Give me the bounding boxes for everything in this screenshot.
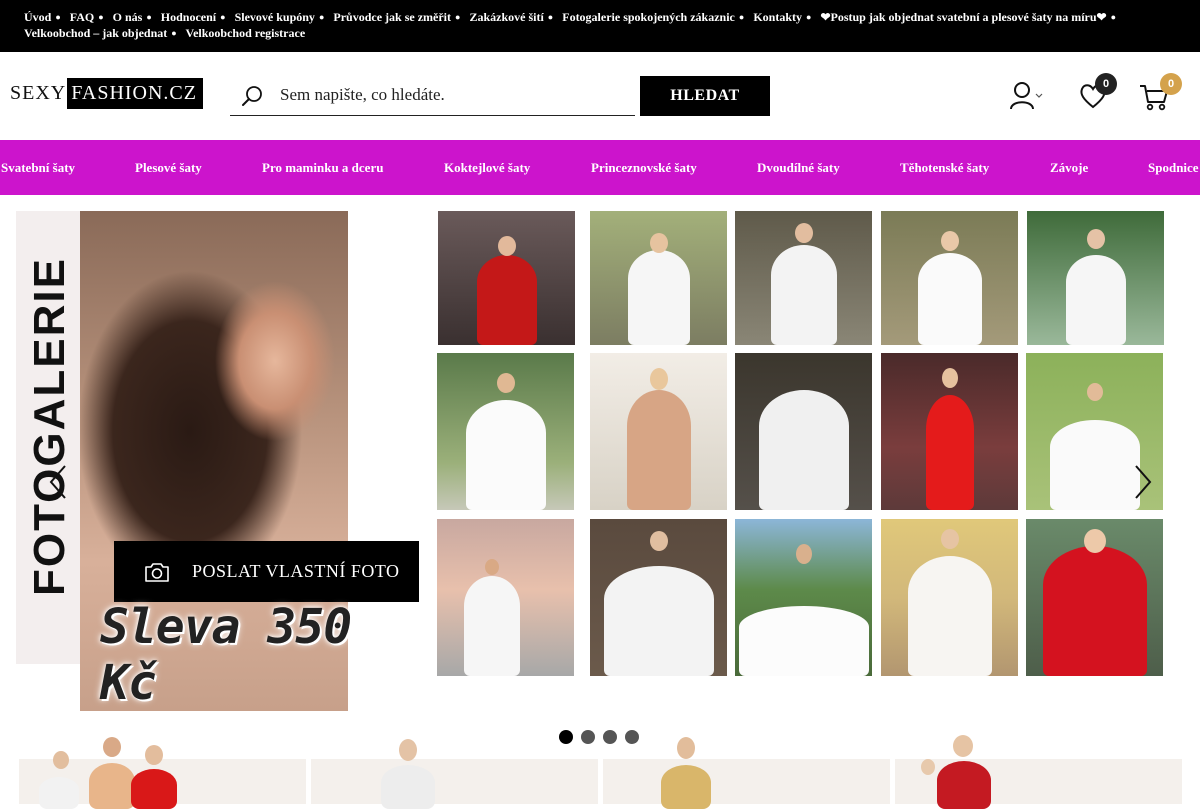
top-link-faq[interactable]: FAQ xyxy=(70,10,94,24)
bullet-separator: ● xyxy=(318,12,325,22)
hero-vertical-title: FOTOGALERIE xyxy=(25,257,74,596)
customer-photo-gallery xyxy=(437,211,1167,677)
top-link-pruvodce[interactable]: Průvodce jak se změřit xyxy=(333,10,451,24)
bullet-separator: ● xyxy=(547,12,554,22)
bullet-separator: ● xyxy=(98,12,104,22)
logo-text-fashion: FASHION.CZ xyxy=(67,78,203,109)
gallery-photo[interactable] xyxy=(881,353,1018,510)
site-header: SEXY FASHION.CZ HLEDAT 0 0 xyxy=(0,52,1200,140)
gallery-photo[interactable] xyxy=(1027,211,1164,345)
top-link-o-nas[interactable]: O nás xyxy=(113,10,143,24)
gallery-photo[interactable] xyxy=(590,353,727,510)
product-cards-row xyxy=(0,735,1200,809)
bullet-separator: ● xyxy=(171,28,177,38)
gallery-photo[interactable] xyxy=(437,353,574,510)
hero-banner[interactable]: FOTOGALERIE POSLAT VLASTNÍ FOTO Sleva 35… xyxy=(16,211,429,711)
search-input[interactable] xyxy=(280,82,620,108)
search-icon[interactable] xyxy=(240,84,264,108)
nav-item-princeznovske-saty[interactable]: Princeznovské šaty xyxy=(591,140,697,195)
bullet-separator: ● xyxy=(146,12,152,22)
bullet-separator: ● xyxy=(806,12,812,22)
chevron-down-icon xyxy=(1035,93,1043,98)
gallery-photo[interactable] xyxy=(590,211,727,345)
category-nav: Svatební šaty Plesové šaty Pro maminku a… xyxy=(0,140,1200,195)
nav-item-spodnice[interactable]: Spodnice xyxy=(1148,140,1199,195)
top-link-velkoobchod-registrace[interactable]: Velkoobchod registrace xyxy=(186,26,306,40)
nav-item-pro-maminku-a-dceru[interactable]: Pro maminku a dceru xyxy=(262,140,383,195)
bullet-separator: ● xyxy=(738,12,745,22)
gallery-photo[interactable] xyxy=(735,353,872,510)
product-card[interactable] xyxy=(311,739,598,809)
carousel-prev-arrow[interactable] xyxy=(47,462,71,502)
wishlist-count-badge: 0 xyxy=(1095,73,1117,95)
nav-item-tehotenske-saty[interactable]: Těhotenské šaty xyxy=(900,140,989,195)
logo-text-sexy: SEXY xyxy=(10,82,67,104)
discount-text: Sleva 350 Kč xyxy=(100,599,352,711)
user-icon xyxy=(1010,82,1043,110)
gallery-photo[interactable] xyxy=(438,211,575,345)
top-link-velkoobchod-jak[interactable]: Velkoobchod – jak objednat xyxy=(24,26,167,40)
hero-carousel: FOTOGALERIE POSLAT VLASTNÍ FOTO Sleva 35… xyxy=(0,195,1200,744)
product-card[interactable] xyxy=(19,737,306,809)
top-link-postup-objednat[interactable]: ❤Postup jak objednat svatební a plesové … xyxy=(820,10,1106,24)
gallery-photo[interactable] xyxy=(1026,519,1163,676)
nav-item-koktejlove-saty[interactable]: Koktejlové šaty xyxy=(444,140,530,195)
nav-item-plesove-saty[interactable]: Plesové šaty xyxy=(135,140,202,195)
top-link-bar: Úvod ● FAQ ● O nás ● Hodnocení ● Slevové kup… xyxy=(0,0,1200,52)
search-bar xyxy=(230,76,635,116)
top-link-kontakty[interactable]: Kontakty xyxy=(753,10,802,24)
carousel-next-arrow[interactable] xyxy=(1130,462,1154,502)
top-link-hodnoceni[interactable]: Hodnocení xyxy=(161,10,216,24)
top-link-uvod[interactable]: Úvod xyxy=(24,10,51,24)
cart-count-badge: 0 xyxy=(1160,73,1182,95)
site-logo[interactable]: SEXY FASHION.CZ xyxy=(10,78,203,109)
gallery-photo[interactable] xyxy=(881,519,1018,676)
send-photo-label: POSLAT VLASTNÍ FOTO xyxy=(192,561,400,581)
gallery-photo[interactable] xyxy=(735,519,872,676)
search-button[interactable]: HLEDAT xyxy=(640,76,770,116)
send-photo-button[interactable]: POSLAT VLASTNÍ FOTO xyxy=(114,541,419,602)
gallery-photo[interactable] xyxy=(590,519,727,676)
nav-item-zavoje[interactable]: Závoje xyxy=(1050,140,1088,195)
top-link-zakazkove-siti[interactable]: Zakázkové šití xyxy=(469,10,543,24)
gallery-photo[interactable] xyxy=(881,211,1018,345)
gallery-photo[interactable] xyxy=(735,211,872,345)
bullet-separator: ● xyxy=(220,12,226,22)
nav-item-dvoudilne-saty[interactable]: Dvoudílné šaty xyxy=(757,140,840,195)
product-card[interactable] xyxy=(603,737,890,809)
gallery-photo[interactable] xyxy=(437,519,574,676)
top-link-fotogalerie[interactable]: Fotogalerie spokojených zákaznic xyxy=(562,10,735,24)
product-card[interactable] xyxy=(895,735,1182,809)
bullet-separator: ● xyxy=(1110,12,1117,22)
camera-icon xyxy=(145,562,169,582)
top-link-slevove-kupony[interactable]: Slevové kupóny xyxy=(235,10,315,24)
account-menu[interactable] xyxy=(1008,80,1048,112)
bullet-separator: ● xyxy=(455,12,461,22)
hero-title-strip: FOTOGALERIE xyxy=(16,211,80,664)
bullet-separator: ● xyxy=(55,12,61,22)
nav-item-svatebni-saty[interactable]: Svatební šaty xyxy=(1,140,75,195)
